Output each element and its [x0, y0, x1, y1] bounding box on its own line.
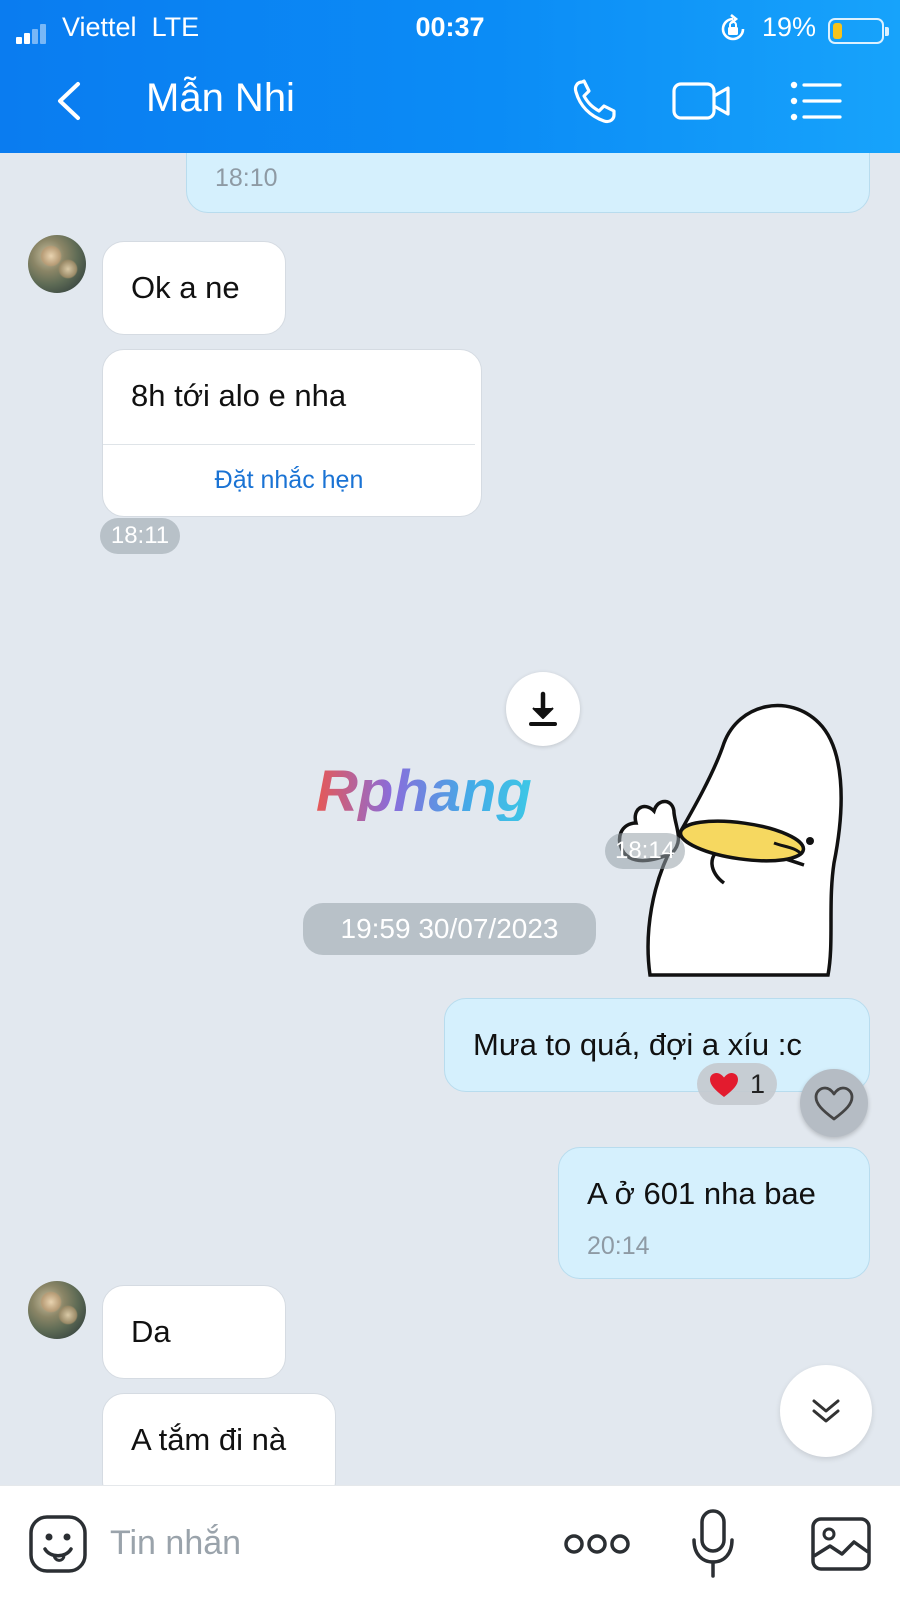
reaction-badge[interactable]: 1 [697, 1063, 777, 1105]
message-time-badge: 18:11 [100, 518, 180, 554]
battery-icon [828, 18, 889, 44]
message-input[interactable] [110, 1508, 530, 1578]
contact-avatar[interactable] [28, 1281, 86, 1339]
contact-avatar[interactable] [28, 235, 86, 293]
message-time: 18:10 [215, 164, 278, 192]
message-list[interactable]: 18:10 Ok a ne 8h tới alo e nha Đặt nhắc … [0, 153, 900, 1485]
battery-fill [833, 23, 842, 39]
bubble-divider [103, 444, 475, 445]
message-text: Mưa to quá, đợi a xíu :c [473, 1027, 802, 1062]
message-composer [0, 1485, 900, 1600]
back-icon[interactable] [50, 76, 90, 126]
message-text: A ở 601 nha bae [587, 1176, 816, 1211]
message-time-badge: 18:14 [605, 833, 685, 869]
status-bar: Viettel LTE 00:37 19% [0, 8, 900, 48]
emoji-icon[interactable] [28, 1514, 88, 1574]
heart-reaction-icon [710, 1073, 738, 1097]
contact-name[interactable]: Mẫn Nhi [146, 76, 295, 121]
message-text: A tắm đi nà [131, 1422, 287, 1457]
react-button[interactable] [800, 1069, 868, 1137]
message-bubble-outgoing[interactable]: A ở 601 nha bae 20:14 [558, 1147, 870, 1279]
chat-header: Viettel LTE 00:37 19% Mẫn Nhi [0, 0, 900, 153]
download-button[interactable] [506, 672, 580, 746]
message-bubble-incoming[interactable]: Ok a ne [102, 241, 286, 335]
menu-list-icon[interactable] [786, 76, 848, 126]
video-call-icon[interactable] [670, 76, 732, 126]
message-time: 20:14 [587, 1232, 650, 1260]
duck-sticker-image[interactable] [614, 633, 870, 995]
image-gallery-icon[interactable] [810, 1516, 872, 1572]
svg-text:Rphang: Rphang [316, 761, 532, 821]
message-bubble-incoming[interactable]: A tắm đi nà [102, 1393, 336, 1485]
message-text: Da [131, 1314, 171, 1349]
date-separator: 19:59 30/07/2023 [303, 903, 596, 955]
scroll-to-bottom-button[interactable] [780, 1365, 872, 1457]
message-bubble-incoming[interactable]: Da [102, 1285, 286, 1379]
message-text: Ok a ne [131, 270, 240, 305]
message-bubble-outgoing[interactable]: 18:10 [186, 153, 870, 213]
chevron-double-down-icon [812, 1399, 840, 1423]
rotation-lock-icon [721, 14, 745, 41]
message-text: 8h tới alo e nha [131, 378, 347, 413]
heart-outline-icon [814, 1086, 854, 1121]
set-reminder-button[interactable]: Đặt nhắc hẹn [103, 466, 475, 495]
phone-icon[interactable] [568, 76, 630, 126]
download-icon [529, 691, 557, 726]
microphone-icon[interactable] [690, 1508, 736, 1580]
battery-percentage: 19% [762, 12, 817, 42]
reaction-count: 1 [750, 1069, 766, 1099]
more-options-icon[interactable] [562, 1524, 632, 1564]
message-bubble-incoming[interactable]: 8h tới alo e nha Đặt nhắc hẹn [102, 349, 482, 517]
watermark-logo: Rphang [316, 761, 532, 821]
